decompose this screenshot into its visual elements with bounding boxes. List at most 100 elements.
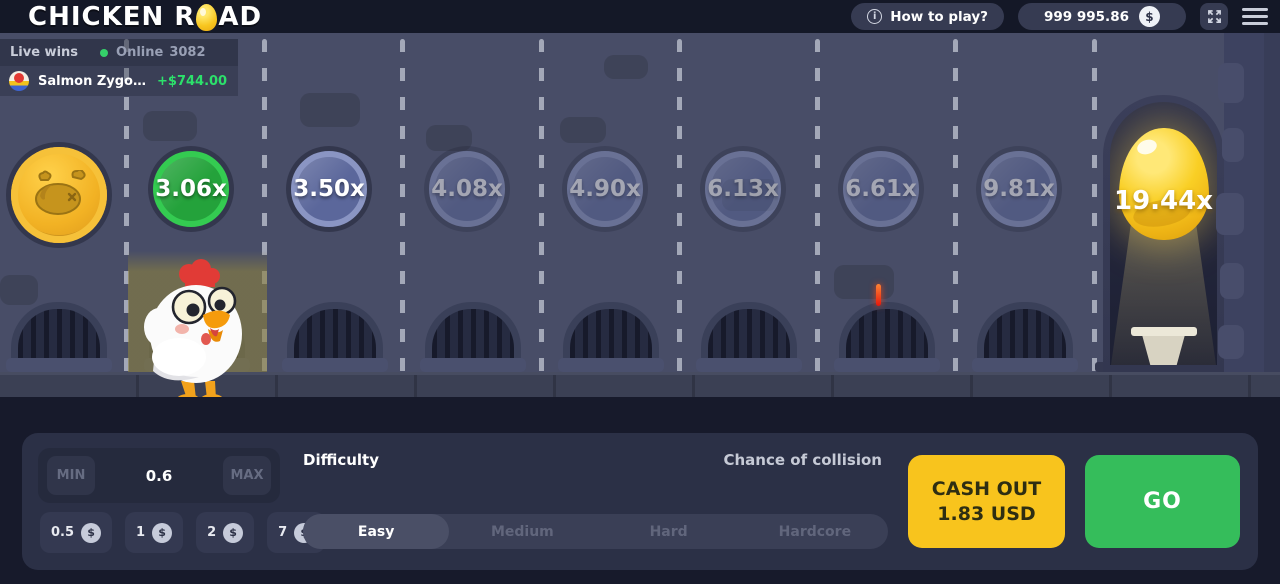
- go-button[interactable]: GO: [1085, 455, 1240, 548]
- max-bet-button[interactable]: MAX: [223, 456, 271, 495]
- multiplier-value: 6.61x: [845, 176, 917, 202]
- tab-hard[interactable]: Hard: [596, 514, 742, 549]
- win-amount: +$744.00: [157, 74, 227, 89]
- quick-bet-row: 0.5 $ 1 $ 2 $ 7 $: [40, 512, 325, 553]
- sewer-grate: [287, 302, 383, 358]
- player-name: Salmon Zygo…: [38, 74, 146, 89]
- wall-brick: [1216, 193, 1244, 235]
- lane-divider: [539, 39, 544, 373]
- multiplier-tile: 6.13x: [705, 151, 781, 227]
- cash-out-amount: 1.83 USD: [937, 503, 1035, 525]
- multiplier-tile: 6.61x: [843, 151, 919, 227]
- multiplier-tile: 9.81x: [981, 151, 1057, 227]
- quick-bet-value: 0.5: [51, 525, 74, 540]
- final-multiplier-value: 19.44x: [1114, 186, 1213, 216]
- live-wins-panel: Live wins Online 3082 Salmon Zygo… +$744…: [0, 39, 238, 96]
- road-patch: [560, 117, 606, 143]
- dollar-coin-icon: $: [81, 523, 101, 543]
- multiplier-value: 3.50x: [293, 176, 365, 202]
- live-win-entry: Salmon Zygo… +$744.00: [0, 66, 238, 96]
- difficulty-tabs: Easy Medium Hard Hardcore: [303, 514, 888, 549]
- quick-bet-button-0.5[interactable]: 0.5 $: [40, 512, 112, 553]
- online-status-dot: [100, 49, 108, 57]
- quick-bet-button-1[interactable]: 1 $: [125, 512, 183, 553]
- min-bet-button[interactable]: MIN: [47, 456, 95, 495]
- balance-display[interactable]: 999 995.86 $: [1018, 3, 1186, 30]
- how-to-play-label: How to play?: [890, 9, 988, 25]
- sewer-grate: [977, 302, 1073, 358]
- roast-chicken-icon: [27, 170, 91, 220]
- grate-base: [420, 358, 526, 372]
- grate-base: [282, 358, 388, 372]
- cash-out-button[interactable]: CASH OUT 1.83 USD: [908, 455, 1065, 548]
- tab-hardcore[interactable]: Hardcore: [742, 514, 888, 549]
- road-patch: [300, 93, 360, 127]
- chance-of-collision-label: Chance of collision: [582, 451, 882, 469]
- menu-button[interactable]: [1242, 3, 1268, 30]
- multiplier-value: 3.06x: [155, 176, 227, 202]
- difficulty-label: Difficulty: [303, 451, 379, 469]
- wall-brick: [1218, 325, 1244, 359]
- collected-coin: [11, 147, 107, 243]
- lane-divider: [815, 39, 820, 373]
- road-patch: [0, 275, 38, 305]
- wall-brick: [1218, 63, 1244, 103]
- grate-base: [696, 358, 802, 372]
- sewer-grate: [701, 302, 797, 358]
- multiplier-value: 6.13x: [707, 176, 779, 202]
- fullscreen-expand-icon: [1207, 9, 1222, 24]
- wall-brick: [1222, 128, 1244, 162]
- multiplier-tile-next: 3.50x: [291, 151, 367, 227]
- grate-base: [558, 358, 664, 372]
- chicken-road-app: CHICKEN R AD i How to play? 999 995.86 $: [0, 0, 1280, 584]
- dollar-coin-icon: $: [223, 523, 243, 543]
- grate-base: [6, 358, 112, 372]
- wall-brick: [1220, 263, 1244, 299]
- info-icon: i: [867, 9, 882, 24]
- quick-bet-value: 1: [136, 525, 145, 540]
- tab-easy[interactable]: Easy: [303, 514, 449, 549]
- logo-text-prefix: CHICKEN R: [28, 2, 195, 32]
- live-wins-title: Live wins: [10, 45, 78, 60]
- header-bar: CHICKEN R AD i How to play? 999 995.86 $: [0, 0, 1280, 33]
- logo-text-suffix: AD: [218, 2, 262, 32]
- lane-divider: [1092, 39, 1097, 373]
- game-scene: 3.06x 3.50x 4.08x 4.90x 6.13x 6.61x 9.81…: [0, 33, 1280, 397]
- how-to-play-button[interactable]: i How to play?: [851, 3, 1004, 30]
- dollar-coin-icon: $: [152, 523, 172, 543]
- multiplier-tile-active: 3.06x: [153, 151, 229, 227]
- laser-spark: [876, 284, 881, 306]
- multiplier-tile: 4.90x: [567, 151, 643, 227]
- sewer-grate: [839, 302, 935, 358]
- logo-egg-icon: [196, 4, 217, 31]
- online-count: 3082: [169, 45, 205, 60]
- cash-out-label: CASH OUT: [932, 478, 1041, 500]
- multiplier-value: 4.90x: [569, 176, 641, 202]
- sewer-grate: [11, 302, 107, 358]
- golden-egg: [1119, 128, 1209, 240]
- grate-base: [834, 358, 940, 372]
- lane-divider: [953, 39, 958, 373]
- golden-egg-alcove: 19.44x: [1103, 95, 1224, 372]
- currency-coin-icon: $: [1139, 6, 1160, 27]
- player-avatar: [9, 71, 29, 91]
- live-wins-header: Live wins Online 3082: [0, 39, 238, 66]
- grate-base: [972, 358, 1078, 372]
- road-patch: [834, 265, 894, 299]
- road-patch: [426, 125, 472, 151]
- sewer-grate: [425, 302, 521, 358]
- multiplier-tile: 4.08x: [429, 151, 505, 227]
- bet-amount-value[interactable]: 0.6: [146, 467, 173, 485]
- fullscreen-button[interactable]: [1200, 3, 1228, 30]
- sewer-grate: [563, 302, 659, 358]
- control-panel: MIN 0.6 MAX 0.5 $ 1 $ 2 $ 7: [22, 433, 1258, 570]
- tab-medium[interactable]: Medium: [449, 514, 595, 549]
- alcove-interior: 19.44x: [1110, 102, 1217, 365]
- quick-bet-value: 7: [278, 525, 287, 540]
- road-patch: [143, 111, 197, 141]
- quick-bet-button-2[interactable]: 2 $: [196, 512, 254, 553]
- egg-pedestal: [1131, 327, 1197, 365]
- lane-divider: [677, 39, 682, 373]
- balance-value: 999 995.86: [1044, 9, 1129, 25]
- bet-amount-box: MIN 0.6 MAX: [38, 448, 280, 503]
